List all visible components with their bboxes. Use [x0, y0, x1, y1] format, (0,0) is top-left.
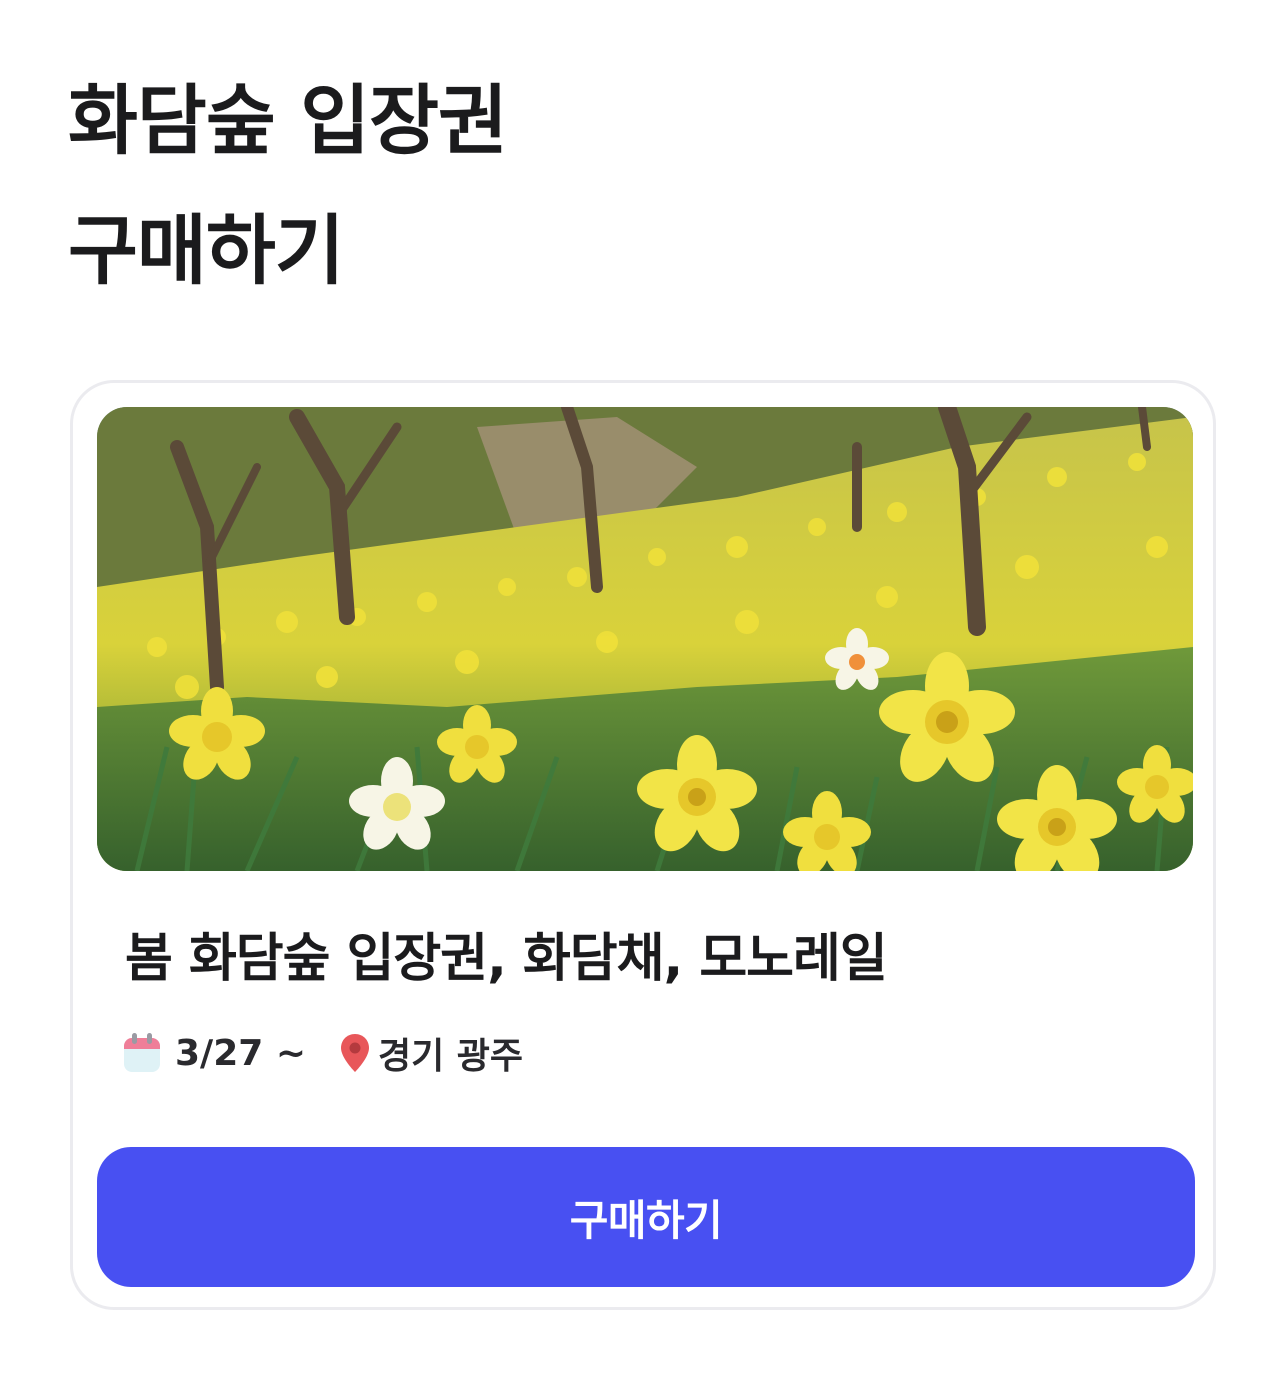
daffodil-field-illustration	[97, 407, 1193, 871]
calendar-icon	[123, 1033, 161, 1073]
page-title: 화담숲 입장권 구매하기	[68, 56, 508, 316]
event-date: 3/27 ~	[175, 1032, 306, 1074]
map-pin-icon	[340, 1033, 370, 1073]
page-title-line2: 구매하기	[68, 206, 345, 295]
hero-image	[97, 407, 1193, 871]
ticket-card[interactable]: 봄 화담숲 입장권, 화담채, 모노레일 3/27 ~ 경기 광주 구매하기	[70, 380, 1216, 1310]
event-location: 경기 광주	[378, 1036, 524, 1077]
page-title-line1: 화담숲 입장권	[68, 76, 508, 165]
event-meta: 3/27 ~ 경기 광주	[123, 1023, 523, 1083]
event-title: 봄 화담숲 입장권, 화담채, 모노레일	[125, 929, 888, 989]
buy-button[interactable]: 구매하기	[97, 1147, 1195, 1287]
